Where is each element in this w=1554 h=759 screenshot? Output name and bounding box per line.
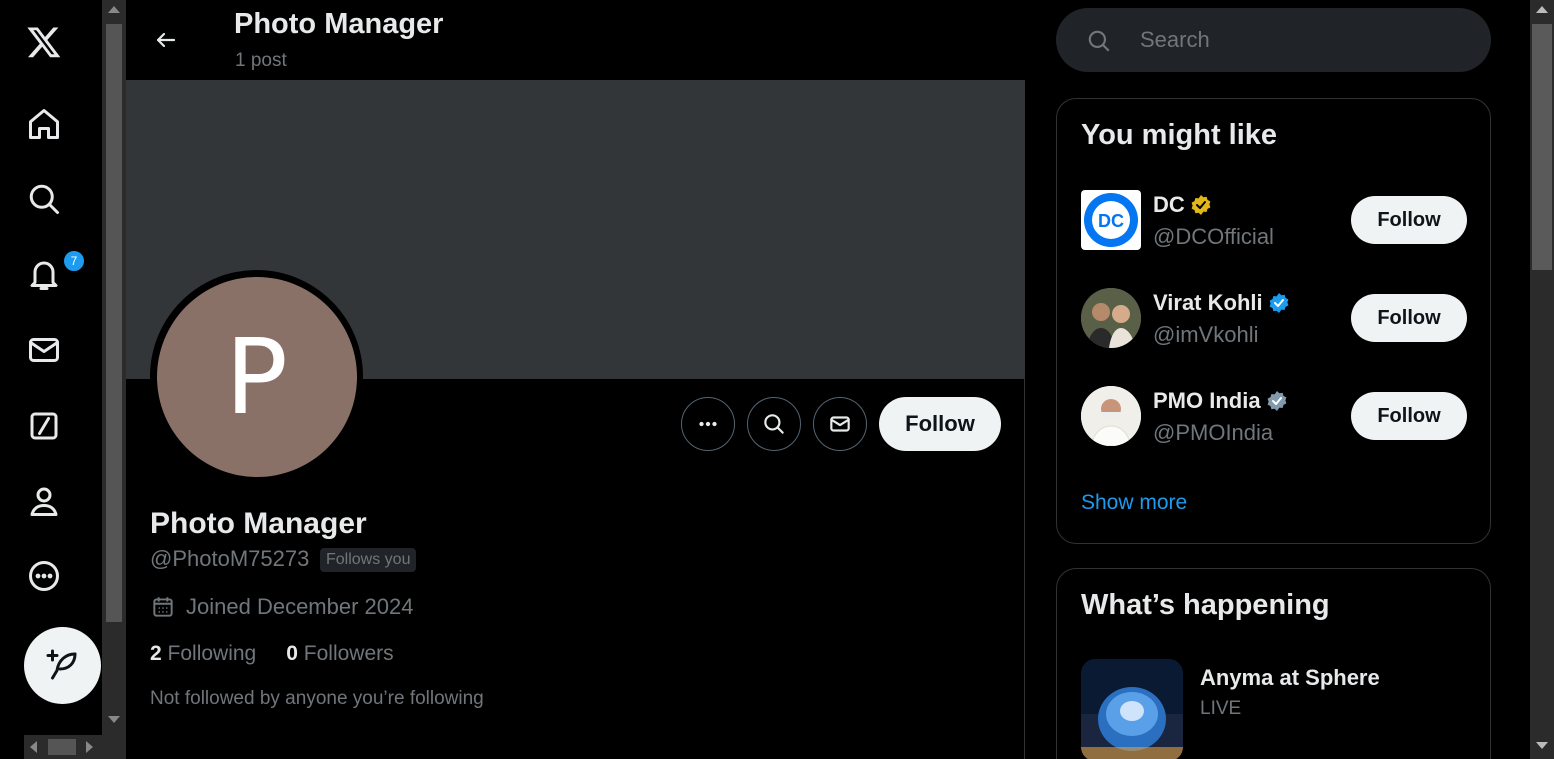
header-post-count: 1 post [235,50,287,71]
show-more-link[interactable]: Show more [1081,491,1187,515]
scroll-right-arrow-icon[interactable] [86,741,93,753]
suggestion-name[interactable]: Virat Kohli [1153,290,1291,316]
not-followed-notice: Not followed by anyone you’re following [150,688,484,709]
suggestion-name-text: DC [1153,192,1185,217]
scrollbar-thumb[interactable] [106,24,122,622]
profile-main-column: Photo Manager 1 post P Follow Photo Mana… [126,0,1025,759]
verified-blue-badge-icon [1269,293,1289,313]
following-label: Following [167,642,257,665]
scrollbar-thumb[interactable] [1532,24,1552,270]
suggestion-item[interactable]: PMO India @PMOIndia Follow [1081,385,1467,447]
joined-text: Joined December 2024 [186,594,414,619]
message-button[interactable] [813,397,867,451]
header-title: Photo Manager [234,8,444,40]
left-navigation: 7 [0,0,102,759]
scroll-down-arrow-icon[interactable] [108,716,120,723]
horizontal-scrollbar[interactable] [24,735,102,759]
x-logo-icon[interactable] [22,20,66,64]
scroll-up-arrow-icon[interactable] [108,6,120,13]
follow-pmo-button[interactable]: Follow [1351,392,1467,440]
you-might-like-panel: You might like DC DC @DCOfficial Follow [1056,98,1491,544]
suggestion-handle: @PMOIndia [1153,420,1274,445]
suggestion-name[interactable]: DC [1153,192,1213,218]
profile-avatar[interactable]: P [150,270,363,483]
follow-dc-button[interactable]: Follow [1351,196,1467,244]
suggestion-item[interactable]: DC DC @DCOfficial Follow [1081,189,1467,251]
follow-counts: 2 Following 0 Followers [150,642,394,666]
more-actions-button[interactable] [681,397,735,451]
vertical-scrollbar-left[interactable] [102,0,126,759]
scroll-up-arrow-icon[interactable] [1536,6,1548,13]
profile-handle: @PhotoM75273 [150,546,310,571]
grok-icon[interactable] [22,404,66,448]
trend-image[interactable] [1081,659,1183,759]
suggestion-name-text: Virat Kohli [1153,290,1263,315]
feather-plus-icon [46,649,76,679]
compose-post-button[interactable] [24,627,101,704]
scroll-left-arrow-icon[interactable] [30,741,37,753]
profile-person-icon[interactable] [22,479,66,523]
mail-icon [830,416,850,432]
pmo-india-avatar[interactable] [1081,386,1141,446]
home-icon[interactable] [22,102,66,146]
back-button[interactable] [148,22,184,58]
follow-button[interactable]: Follow [879,397,1001,451]
following-link[interactable]: 2 Following [150,642,256,666]
calendar-icon [153,597,173,617]
followers-label: Followers [303,642,394,665]
svg-text:DC: DC [1098,211,1124,231]
follows-you-badge: Follows you [320,548,417,572]
followers-link[interactable]: 0 Followers [286,642,393,666]
panel-title: You might like [1081,119,1278,151]
whats-happening-panel: What’s happening Anyma at Sphere LIVE [1056,568,1491,759]
more-options-icon[interactable] [22,554,66,598]
suggestion-name-text: PMO India [1153,388,1261,413]
search-input[interactable] [1140,20,1460,60]
suggestion-handle: @DCOfficial [1153,224,1274,249]
scroll-down-arrow-icon[interactable] [1536,742,1548,749]
suggestion-item[interactable]: Virat Kohli @imVkohli Follow [1081,287,1467,349]
following-count: 2 [150,642,162,665]
verified-gold-badge-icon [1191,195,1211,215]
search-icon [1088,30,1110,52]
verified-grey-badge-icon [1267,391,1286,411]
trend-name[interactable]: Anyma at Sphere [1200,665,1380,691]
explore-search-icon[interactable] [22,177,66,221]
followers-count: 0 [286,642,298,665]
search-profile-button[interactable] [747,397,801,451]
ellipsis-icon [699,421,717,427]
messages-mail-icon[interactable] [22,328,66,372]
notifications-count-badge: 7 [62,249,86,273]
vertical-scrollbar-right[interactable] [1530,0,1554,759]
notifications-bell-icon[interactable] [22,253,66,297]
virat-kohli-avatar[interactable] [1081,288,1141,348]
joined-date: Joined December 2024 [150,594,413,620]
profile-name: Photo Manager [150,507,367,540]
trend-status: LIVE [1200,698,1242,719]
search-icon [764,414,784,434]
suggestion-name[interactable]: PMO India [1153,388,1289,414]
search-box[interactable] [1056,8,1491,72]
horizontal-scrollbar-thumb[interactable] [48,739,76,755]
follow-virat-button[interactable]: Follow [1351,294,1467,342]
dc-logo-avatar[interactable]: DC [1081,190,1141,250]
back-arrow-icon [156,32,176,48]
avatar-letter: P [156,276,357,477]
panel-title: What’s happening [1081,589,1330,621]
suggestion-handle: @imVkohli [1153,322,1259,347]
profile-header-bar: Photo Manager 1 post [126,0,1025,80]
